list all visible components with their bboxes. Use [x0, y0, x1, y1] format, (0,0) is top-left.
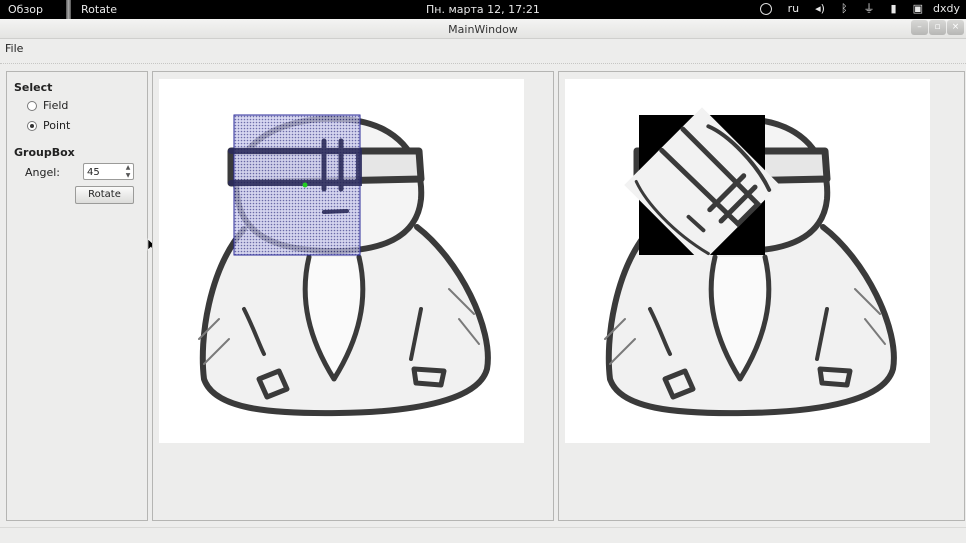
rotate-button[interactable]: Rotate: [75, 186, 134, 204]
angle-spinbox[interactable]: ▲ ▼: [83, 163, 134, 180]
angle-label: Angel:: [25, 166, 61, 179]
bluetooth-icon[interactable]: ᛒ: [841, 3, 848, 15]
minimize-button[interactable]: –: [911, 20, 928, 35]
accessibility-icon[interactable]: [759, 3, 772, 15]
window-titlebar[interactable]: MainWindow – ▫ ×: [0, 19, 966, 39]
volume-icon[interactable]: ◂): [815, 3, 825, 15]
menu-bar: File: [0, 40, 966, 60]
close-button[interactable]: ×: [947, 20, 964, 35]
source-image-panel: [152, 71, 554, 521]
window-title: MainWindow: [448, 23, 518, 36]
keyboard-layout[interactable]: ru: [788, 3, 800, 15]
groupbox-title: GroupBox: [14, 146, 75, 159]
radio-point-label[interactable]: Point: [43, 119, 70, 132]
radio-point-indicator[interactable]: [27, 120, 37, 131]
spin-up-icon[interactable]: ▲: [124, 164, 132, 171]
result-sketch-image: [604, 107, 897, 417]
result-canvas[interactable]: [565, 79, 930, 443]
user-name[interactable]: dxdy: [933, 3, 960, 15]
rotation-point-marker: [302, 182, 308, 188]
clock[interactable]: Пн. марта 12, 17:21: [426, 3, 540, 16]
select-group-title: Select: [14, 81, 53, 94]
menu-file[interactable]: File: [5, 42, 23, 55]
radio-field-indicator[interactable]: [27, 100, 37, 111]
activities-button[interactable]: Обзор: [8, 3, 43, 16]
result-image-panel: [558, 71, 965, 521]
app-separator: [66, 0, 71, 19]
network-icon[interactable]: ⏚: [864, 3, 875, 15]
app-menu-button[interactable]: Rotate: [81, 3, 117, 16]
toolbar-handle: [0, 63, 966, 66]
system-tray: ru ◂) ᛒ ⏚ ▮ ▣ dxdy: [752, 3, 960, 15]
angle-input[interactable]: [87, 166, 123, 178]
battery-icon[interactable]: ▮: [891, 3, 897, 15]
controls-panel: Select Field Point GroupBox Angel: ▲ ▼ R…: [6, 71, 148, 521]
radio-field-label[interactable]: Field: [43, 99, 68, 112]
system-top-bar: Обзор Rotate Пн. марта 12, 17:21 ru ◂) ᛒ…: [0, 0, 966, 19]
maximize-button[interactable]: ▫: [929, 20, 946, 35]
radio-field[interactable]: Field: [27, 99, 68, 112]
user-icon[interactable]: ▣: [913, 3, 923, 15]
radio-point[interactable]: Point: [27, 119, 70, 132]
source-canvas[interactable]: [159, 79, 524, 443]
status-bar: [0, 527, 966, 543]
spin-down-icon[interactable]: ▼: [124, 172, 132, 179]
source-sketch-image: [198, 114, 491, 417]
